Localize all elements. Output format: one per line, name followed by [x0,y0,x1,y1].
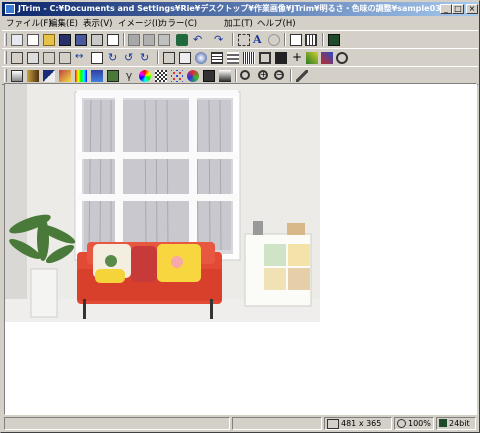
menu-color[interactable]: カラー(C) [159,17,197,31]
refresh-icon[interactable]: ↻ [140,52,152,64]
rotate-left-icon[interactable] [43,52,55,64]
toolbar-grip[interactable] [4,33,7,46]
brightness-icon[interactable] [11,70,23,82]
zoom-tool-icon[interactable] [240,70,250,80]
palette-icon[interactable] [59,70,71,82]
new-file-icon[interactable] [27,34,39,46]
negative-icon[interactable] [203,70,215,82]
colorize-icon[interactable] [321,52,333,64]
toolbar-grip[interactable] [4,51,7,64]
redo-icon[interactable]: ↷ [214,34,226,46]
save-all-icon[interactable] [75,34,87,46]
toolbar-separator [290,69,292,82]
zoom-icon [397,419,406,428]
status-color-depth: 24bit [436,417,476,430]
toolbar-separator [235,69,237,82]
open-folder-icon[interactable] [43,34,55,46]
rotate-cw-icon[interactable]: ↻ [108,52,120,64]
print-icon[interactable] [91,34,103,46]
image-size-icon [327,419,339,429]
image-canvas[interactable] [4,83,477,415]
lines-icon[interactable] [211,52,223,64]
waves-icon[interactable] [227,52,239,64]
menu-help[interactable]: ヘルプ(H) [257,17,296,31]
status-dimensions: 481 x 365 [324,417,392,430]
hue-icon[interactable] [139,70,151,82]
circle-icon[interactable] [268,34,280,46]
photo-image [5,84,320,322]
matrix-icon[interactable] [243,52,255,64]
toolbar-separator [157,51,159,64]
print-preview-icon[interactable] [107,34,119,46]
app-icon[interactable] [5,4,15,14]
window-icon[interactable] [163,52,175,64]
pen-icon[interactable] [306,52,318,64]
status-zoom: 100% [394,417,434,430]
border-icon[interactable] [259,52,271,64]
flip-horizontal-icon[interactable] [59,52,71,64]
undo-icon[interactable]: ↶ [193,34,205,46]
crop-select-icon[interactable] [238,34,250,46]
copy-icon[interactable] [143,34,155,46]
toolbar-separator [123,33,125,46]
minimize-button[interactable]: _ [440,4,452,14]
ruler-icon[interactable] [305,34,317,46]
dots-icon[interactable] [171,70,183,82]
eyedropper-fill-icon[interactable] [176,34,188,46]
contrast-icon[interactable] [27,70,39,82]
rotate-ccw-icon[interactable]: ↺ [124,52,136,64]
plus-icon[interactable]: + [291,51,303,64]
save-icon[interactable] [59,34,71,46]
menu-image[interactable]: イメージ(I) [118,17,161,31]
toolbar-standard: ↶ ↷ A [2,30,478,49]
paste-icon[interactable] [158,34,170,46]
photo-scene [5,84,320,322]
menu-edit[interactable]: 編集(E) [49,17,78,31]
picker-icon[interactable] [296,70,308,82]
gradient-icon[interactable] [219,70,231,82]
color-depth-icon [439,419,447,427]
text-icon[interactable]: A [253,34,265,46]
mosaic-icon[interactable] [155,70,167,82]
menu-file[interactable]: ファイル(F) [6,17,52,31]
burst-icon[interactable] [195,52,207,64]
application-window: JTrim - C:¥Documents and Settings¥Rie¥デス… [0,0,480,433]
image-icon[interactable] [107,70,119,82]
toolbar-separator [322,33,324,46]
fill-icon[interactable] [275,52,287,64]
status-empty [232,417,322,430]
cut-icon[interactable] [128,34,140,46]
frame-icon[interactable] [91,52,103,64]
button-icon[interactable] [179,52,191,64]
layout-icon[interactable] [328,34,340,46]
title-bar[interactable]: JTrim - C:¥Documents and Settings¥Rie¥デス… [2,2,478,16]
rgb-icon[interactable] [75,70,87,82]
status-message [4,417,230,430]
crop-icon[interactable] [11,52,23,64]
menu-bar: ファイル(F) 編集(E) 表示(V) イメージ(I) カラー(C) 加工(T)… [2,17,478,31]
toolbar-separator [232,33,234,46]
menu-view[interactable]: 表示(V) [83,17,112,31]
maximize-button[interactable]: □ [452,4,464,14]
grayscale-icon[interactable] [91,70,103,82]
crop-resize-icon[interactable] [27,52,39,64]
grid-icon[interactable] [290,34,302,46]
spiral-icon[interactable] [336,52,348,64]
toolbar-separator [284,33,286,46]
color-wheel-icon[interactable] [187,70,199,82]
zoom-in-icon[interactable]: + [258,70,268,80]
toolbar-transform: ↔ ↻ ↺ ↻ + [2,48,478,67]
flip-vertical-icon[interactable]: ↔ [75,52,87,64]
close-button[interactable]: × [466,4,478,14]
window-title: JTrim - C:¥Documents and Settings¥Rie¥デス… [18,4,458,13]
zoom-out-icon[interactable]: − [274,70,284,80]
toolbar-grip[interactable] [4,69,7,82]
menu-process[interactable]: 加工(T) [224,17,253,31]
tone-icon[interactable]: γ [123,70,135,82]
select-icon[interactable] [11,34,23,46]
status-bar: 481 x 365 100% 24bit [2,416,478,431]
gamma-icon[interactable] [43,70,55,82]
